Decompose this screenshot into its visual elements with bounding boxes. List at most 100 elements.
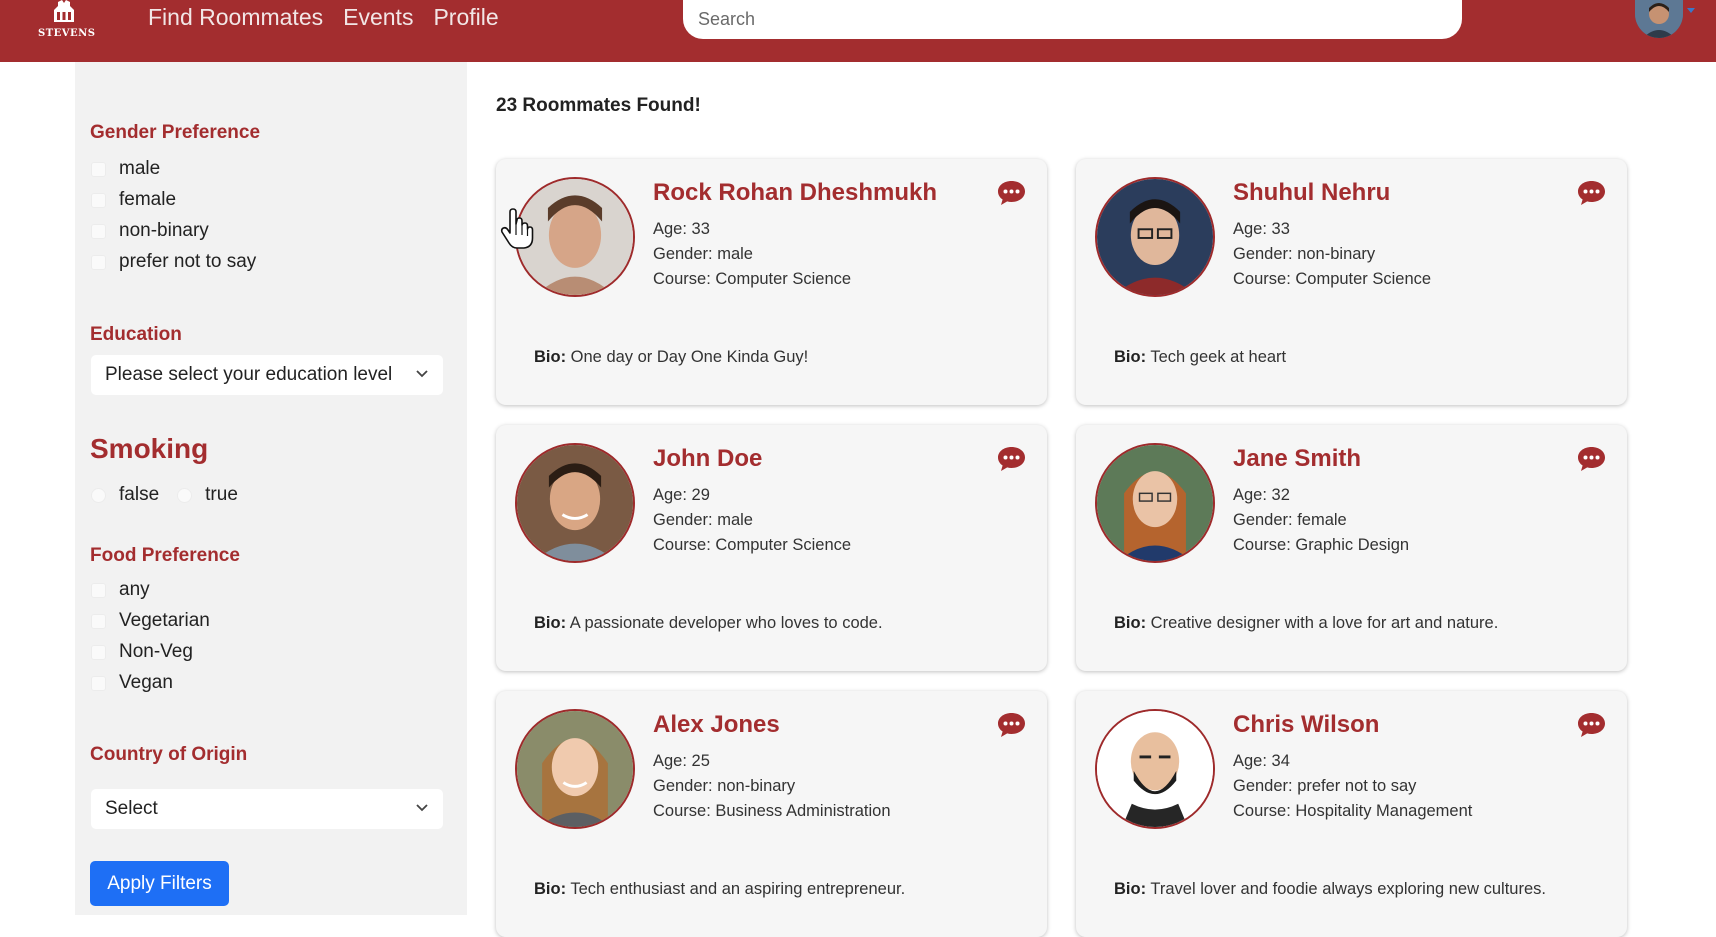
education-title: Education bbox=[90, 324, 182, 345]
chat-bubble-icon[interactable] bbox=[1576, 179, 1607, 207]
nav-events[interactable]: Events bbox=[343, 4, 413, 31]
gender-preference-title: Gender Preference bbox=[90, 122, 261, 143]
roommate-name[interactable]: Chris Wilson bbox=[1233, 711, 1379, 739]
nav-profile[interactable]: Profile bbox=[433, 4, 498, 31]
bio-text: One day or Day One Kinda Guy! bbox=[570, 348, 809, 366]
chevron-down-icon bbox=[416, 804, 428, 812]
roommate-card[interactable]: John Doe Age: 29 Gender: male Course: Co… bbox=[496, 425, 1047, 671]
roommate-course: Course: Computer Science bbox=[1233, 270, 1432, 288]
roommate-course: Course: Computer Science bbox=[653, 270, 852, 288]
roommate-bio: Bio: Travel lover and foodie always expl… bbox=[1114, 880, 1546, 899]
checkbox[interactable] bbox=[91, 254, 106, 270]
chat-bubble-icon[interactable] bbox=[996, 179, 1027, 207]
bio-label: Bio: bbox=[1114, 348, 1147, 366]
roommate-bio: Bio: A passionate developer who loves to… bbox=[534, 614, 883, 633]
profile-photo[interactable] bbox=[515, 709, 635, 829]
checkbox[interactable] bbox=[91, 613, 106, 629]
bio-text: Travel lover and foodie always exploring… bbox=[1150, 880, 1546, 898]
checkbox[interactable] bbox=[91, 675, 106, 691]
gender-option-prefer-not-to-say[interactable]: prefer not to say bbox=[91, 251, 256, 273]
chat-bubble-icon[interactable] bbox=[996, 711, 1027, 739]
roommate-course: Course: Computer Science bbox=[653, 536, 852, 554]
bio-text: Tech geek at heart bbox=[1150, 348, 1287, 366]
bio-text: Tech enthusiast and an aspiring entrepre… bbox=[570, 880, 906, 898]
smoking-false-radio[interactable] bbox=[91, 487, 106, 503]
logo-text: STEVENS bbox=[38, 28, 96, 39]
chat-bubble-icon[interactable] bbox=[1576, 445, 1607, 473]
roommate-age: Age: 33 bbox=[1233, 220, 1290, 238]
bio-label: Bio: bbox=[534, 348, 567, 366]
top-navbar: STEVENS Find Roommates Events Profile bbox=[0, 0, 1716, 62]
roommate-age: Age: 32 bbox=[1233, 486, 1290, 504]
roommate-age: Age: 34 bbox=[1233, 752, 1290, 770]
stevens-logo-icon bbox=[54, 0, 74, 22]
profile-photo[interactable] bbox=[1095, 709, 1215, 829]
roommate-card[interactable]: Chris Wilson Age: 34 Gender: prefer not … bbox=[1076, 691, 1627, 937]
main-nav: Find Roommates Events Profile bbox=[148, 4, 499, 31]
chevron-down-icon bbox=[416, 370, 428, 378]
roommate-card[interactable]: Alex Jones Age: 25 Gender: non-binary Co… bbox=[496, 691, 1047, 937]
food-option-non-veg[interactable]: Non-Veg bbox=[91, 641, 193, 663]
search-input[interactable] bbox=[683, 0, 1462, 39]
bio-text: Creative designer with a love for art an… bbox=[1150, 614, 1499, 632]
food-option-any[interactable]: any bbox=[91, 579, 150, 601]
bio-label: Bio: bbox=[1114, 880, 1147, 898]
gender-option-female[interactable]: female bbox=[91, 189, 176, 211]
roommate-gender: Gender: non-binary bbox=[653, 777, 796, 795]
smoking-title: Smoking bbox=[90, 433, 209, 464]
roommate-name[interactable]: John Doe bbox=[653, 445, 762, 473]
roommate-name[interactable]: Rock Rohan Dheshmukh bbox=[653, 179, 937, 207]
smoking-false-label: false bbox=[119, 484, 160, 505]
country-of-origin-title: Country of Origin bbox=[90, 744, 248, 765]
bio-label: Bio: bbox=[534, 614, 567, 632]
roommate-bio: Bio: Tech enthusiast and an aspiring ent… bbox=[534, 880, 905, 899]
account-caret-icon[interactable] bbox=[1687, 8, 1695, 13]
filter-sidebar: Gender Preference male female non-binary… bbox=[75, 62, 467, 915]
roommate-course: Course: Graphic Design bbox=[1233, 536, 1410, 554]
roommate-bio: Bio: Creative designer with a love for a… bbox=[1114, 614, 1498, 633]
roommate-name[interactable]: Alex Jones bbox=[653, 711, 780, 739]
user-avatar[interactable] bbox=[1635, 0, 1683, 38]
checkbox[interactable] bbox=[91, 582, 106, 598]
roommate-course: Course: Hospitality Management bbox=[1233, 802, 1473, 820]
bio-text: A passionate developer who loves to code… bbox=[569, 614, 883, 632]
country-select[interactable]: Select bbox=[91, 789, 443, 829]
gender-option-male[interactable]: male bbox=[91, 158, 160, 180]
roommate-age: Age: 33 bbox=[653, 220, 710, 238]
apply-filters-button[interactable]: Apply Filters bbox=[90, 861, 229, 906]
checkbox[interactable] bbox=[91, 644, 106, 660]
roommate-gender: Gender: non-binary bbox=[1233, 245, 1376, 263]
roommate-age: Age: 29 bbox=[653, 486, 710, 504]
smoking-true-radio[interactable] bbox=[177, 487, 193, 503]
roommate-gender: Gender: male bbox=[653, 245, 753, 263]
profile-photo[interactable] bbox=[515, 443, 635, 563]
roommate-bio: Bio: Tech geek at heart bbox=[1114, 348, 1286, 367]
stevens-logo[interactable]: STEVENS bbox=[38, 0, 96, 42]
results-count: 23 Roommates Found! bbox=[496, 95, 701, 116]
profile-photo[interactable] bbox=[1095, 177, 1215, 297]
roommate-name[interactable]: Jane Smith bbox=[1233, 445, 1361, 473]
education-select[interactable]: Please select your education level bbox=[91, 355, 443, 395]
chat-bubble-icon[interactable] bbox=[996, 445, 1027, 473]
food-option-vegetarian[interactable]: Vegetarian bbox=[91, 610, 210, 632]
roommate-gender: Gender: prefer not to say bbox=[1233, 777, 1417, 795]
food-option-vegan[interactable]: Vegan bbox=[91, 672, 173, 694]
nav-find-roommates[interactable]: Find Roommates bbox=[148, 4, 323, 31]
bio-label: Bio: bbox=[534, 880, 567, 898]
roommate-card[interactable]: Shuhul Nehru Age: 33 Gender: non-binary … bbox=[1076, 159, 1627, 405]
bio-label: Bio: bbox=[1114, 614, 1147, 632]
roommate-name[interactable]: Shuhul Nehru bbox=[1233, 179, 1390, 207]
roommate-course: Course: Business Administration bbox=[653, 802, 891, 820]
checkbox[interactable] bbox=[91, 192, 106, 208]
roommate-card[interactable]: Rock Rohan Dheshmukh Age: 33 Gender: mal… bbox=[496, 159, 1047, 405]
roommate-age: Age: 25 bbox=[653, 752, 710, 770]
gender-option-non-binary[interactable]: non-binary bbox=[91, 220, 209, 242]
smoking-true-label: true bbox=[205, 484, 238, 505]
food-preference-title: Food Preference bbox=[90, 545, 240, 566]
checkbox[interactable] bbox=[91, 161, 106, 177]
profile-photo[interactable] bbox=[1095, 443, 1215, 563]
chat-bubble-icon[interactable] bbox=[1576, 711, 1607, 739]
checkbox[interactable] bbox=[91, 223, 106, 239]
hand-pointer-icon bbox=[500, 208, 534, 249]
roommate-card[interactable]: Jane Smith Age: 32 Gender: female Course… bbox=[1076, 425, 1627, 671]
